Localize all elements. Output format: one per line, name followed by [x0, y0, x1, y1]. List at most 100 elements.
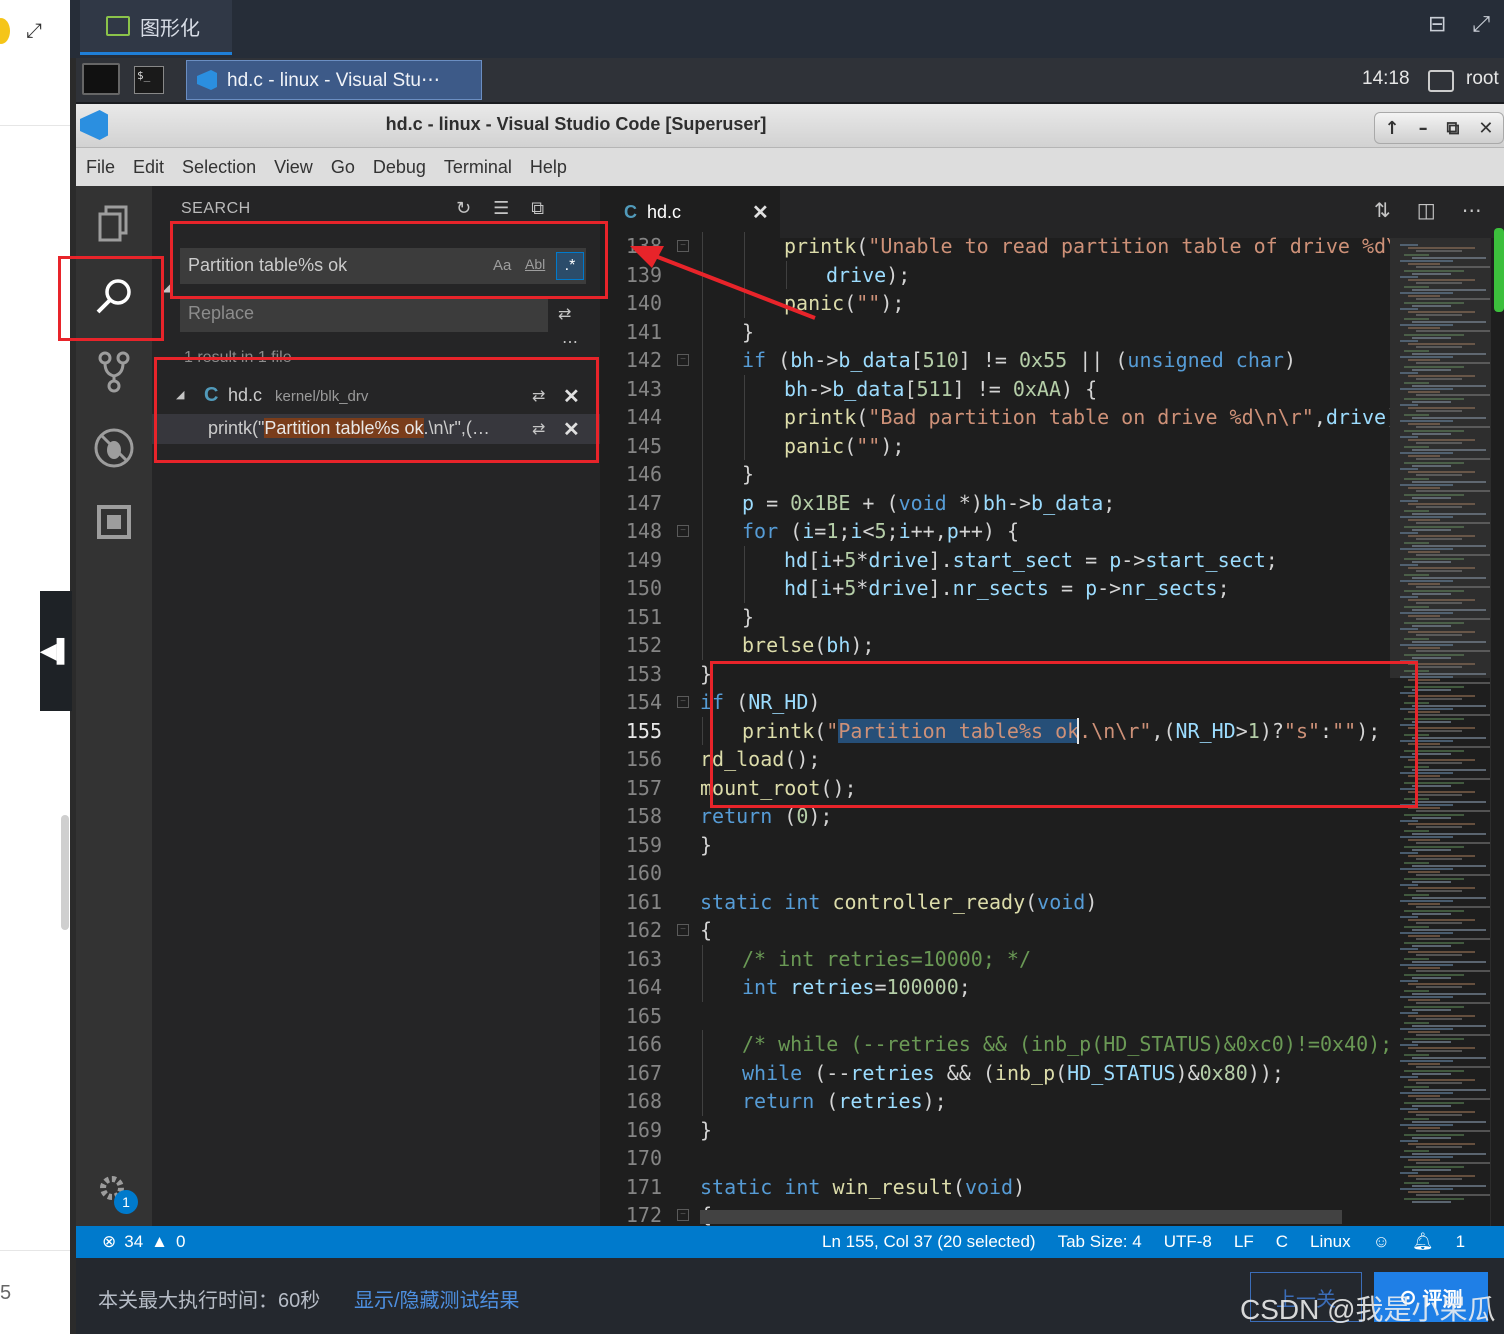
extensions-icon[interactable]: [76, 492, 152, 552]
minimap-slider[interactable]: [1390, 238, 1490, 678]
fold-icon[interactable]: −: [677, 1209, 689, 1221]
maximize-button[interactable]: ⧉: [1447, 118, 1460, 139]
show-desktop-icon[interactable]: [82, 63, 120, 95]
feedback-smiley-icon[interactable]: ☺: [1373, 1232, 1390, 1252]
refresh-icon[interactable]: ↻: [456, 198, 471, 219]
c-file-icon: C: [624, 201, 637, 222]
watermark: CSDN @我是小呆瓜: [1240, 1294, 1496, 1325]
code-line[interactable]: printk("Bad partition table on drive %d\…: [784, 403, 1390, 432]
code-line[interactable]: /* int retries=10000; */: [742, 945, 1390, 974]
open-changes-icon[interactable]: ⇅: [1374, 198, 1391, 222]
tab-size[interactable]: Tab Size: 4: [1058, 1232, 1142, 1252]
code-line[interactable]: bh->b_data[511] != 0xAA) {: [784, 375, 1390, 404]
collapse-panel-button[interactable]: ◀▌: [40, 591, 72, 711]
fold-icon[interactable]: −: [677, 354, 689, 366]
code-line[interactable]: }: [700, 831, 1390, 860]
code-line[interactable]: }: [742, 603, 1390, 632]
warning-icon: ▲: [151, 1232, 168, 1251]
line-number: 156: [625, 747, 662, 771]
fold-icon[interactable]: −: [677, 696, 689, 708]
code-line[interactable]: }: [742, 318, 1390, 347]
debug-icon[interactable]: [76, 418, 152, 478]
cursor-position[interactable]: Ln 155, Col 37 (20 selected): [822, 1232, 1036, 1252]
code-line[interactable]: drive);: [826, 261, 1390, 290]
code-line[interactable]: hd[i+5*drive].nr_sects = p->nr_sects;: [784, 574, 1390, 603]
terminal-icon[interactable]: $_: [134, 66, 164, 94]
menu-view[interactable]: View: [274, 157, 313, 178]
code-line[interactable]: int retries=100000;: [742, 973, 1390, 1002]
code-line[interactable]: static int win_result(void): [700, 1173, 1390, 1202]
indent-guide: [744, 260, 745, 289]
fold-icon[interactable]: −: [677, 924, 689, 936]
problems-indicator[interactable]: ⊗ 34 ▲ 0: [102, 1232, 185, 1252]
line-number: 145: [625, 433, 662, 458]
keep-above-button[interactable]: ↑: [1384, 118, 1399, 139]
bell-icon[interactable]: 🔔︎: [1412, 1232, 1434, 1252]
code-line[interactable]: [700, 859, 1390, 888]
code-line[interactable]: printk("Unable to read partition table o…: [784, 232, 1390, 261]
code-line[interactable]: }: [742, 460, 1390, 489]
split-editor-icon[interactable]: ◫: [1417, 198, 1436, 222]
code-line[interactable]: hd[i+5*drive].start_sect = p->start_sect…: [784, 546, 1390, 575]
outer-scrollbar[interactable]: [61, 815, 69, 930]
indent-guide: [702, 1030, 703, 1059]
code-line[interactable]: panic("");: [784, 432, 1390, 461]
code-line[interactable]: [700, 1002, 1390, 1031]
code-line[interactable]: /* while (--retries && (inb_p(HD_STATUS)…: [742, 1030, 1390, 1059]
editor-horizontal-scrollbar[interactable]: [700, 1210, 1342, 1224]
minimize-button[interactable]: –: [1419, 118, 1428, 139]
encoding[interactable]: UTF-8: [1164, 1232, 1212, 1252]
editor-vertical-scrollbar[interactable]: [1490, 238, 1504, 1226]
explorer-icon[interactable]: [76, 194, 152, 254]
expand-icon[interactable]: ⤢: [26, 18, 42, 42]
line-number: 152: [625, 633, 662, 657]
code-line[interactable]: [700, 1144, 1390, 1173]
keyboard-icon[interactable]: [1428, 70, 1454, 92]
more-options-icon[interactable]: ⋯: [562, 332, 578, 352]
menu-go[interactable]: Go: [331, 157, 355, 178]
collapse-all-icon[interactable]: ⧉: [531, 198, 544, 219]
line-number: 149: [625, 547, 662, 572]
language-mode[interactable]: C: [1276, 1232, 1288, 1252]
end-of-line[interactable]: LF: [1234, 1232, 1254, 1252]
error-count: 34: [124, 1232, 144, 1251]
menu-help[interactable]: Help: [530, 157, 567, 178]
code-line[interactable]: for (i=1;i<5;i++,p++) {: [742, 517, 1390, 546]
menu-selection[interactable]: Selection: [182, 157, 256, 178]
menu-terminal[interactable]: Terminal: [444, 157, 512, 178]
code-line[interactable]: {: [700, 916, 1390, 945]
code-line[interactable]: p = 0x1BE + (void *)bh->b_data;: [742, 489, 1390, 518]
taskbar-item-vscode[interactable]: hd.c - linux - Visual Stu⋯: [186, 60, 482, 100]
close-button[interactable]: ✕: [1478, 118, 1493, 139]
code-line[interactable]: return (retries);: [742, 1087, 1390, 1116]
vscode-logo-icon: [197, 70, 217, 90]
clear-results-icon[interactable]: ☰: [493, 198, 509, 219]
minimap-line: [1412, 816, 1451, 819]
indent-guide: [702, 944, 703, 973]
settings-gear-icon[interactable]: [76, 1160, 152, 1220]
minimap-line: [1412, 912, 1451, 915]
fold-icon[interactable]: −: [677, 525, 689, 537]
fold-icon[interactable]: −: [677, 240, 689, 252]
replace-all-icon[interactable]: ⇄: [558, 304, 571, 323]
code-line[interactable]: panic("");: [784, 289, 1390, 318]
tab-graphical[interactable]: 图形化: [80, 0, 232, 55]
platform[interactable]: Linux: [1310, 1232, 1351, 1252]
menu-debug[interactable]: Debug: [373, 157, 426, 178]
code-line[interactable]: }: [700, 1116, 1390, 1145]
code-line[interactable]: if (bh->b_data[510] != 0x55 || (unsigned…: [742, 346, 1390, 375]
menu-edit[interactable]: Edit: [133, 157, 164, 178]
source-control-icon[interactable]: [76, 342, 152, 402]
code-line[interactable]: while (--retries && (inb_p(HD_STATUS)&0x…: [742, 1059, 1390, 1088]
toggle-test-results-link[interactable]: 显示/隐藏测试结果: [354, 1284, 520, 1313]
tab-label: hd.c: [647, 201, 682, 222]
close-tab-icon[interactable]: ✕: [752, 200, 769, 225]
more-actions-icon[interactable]: ⋯: [1462, 198, 1482, 222]
menu-file[interactable]: File: [86, 157, 115, 178]
avatar-dot: [0, 18, 10, 44]
code-line[interactable]: brelse(bh);: [742, 631, 1390, 660]
minimap-line: [1408, 967, 1440, 970]
window-icon[interactable]: ⊟: [1428, 12, 1446, 37]
code-line[interactable]: static int controller_ready(void): [700, 888, 1390, 917]
expand-icon[interactable]: ⤢: [1472, 12, 1490, 37]
